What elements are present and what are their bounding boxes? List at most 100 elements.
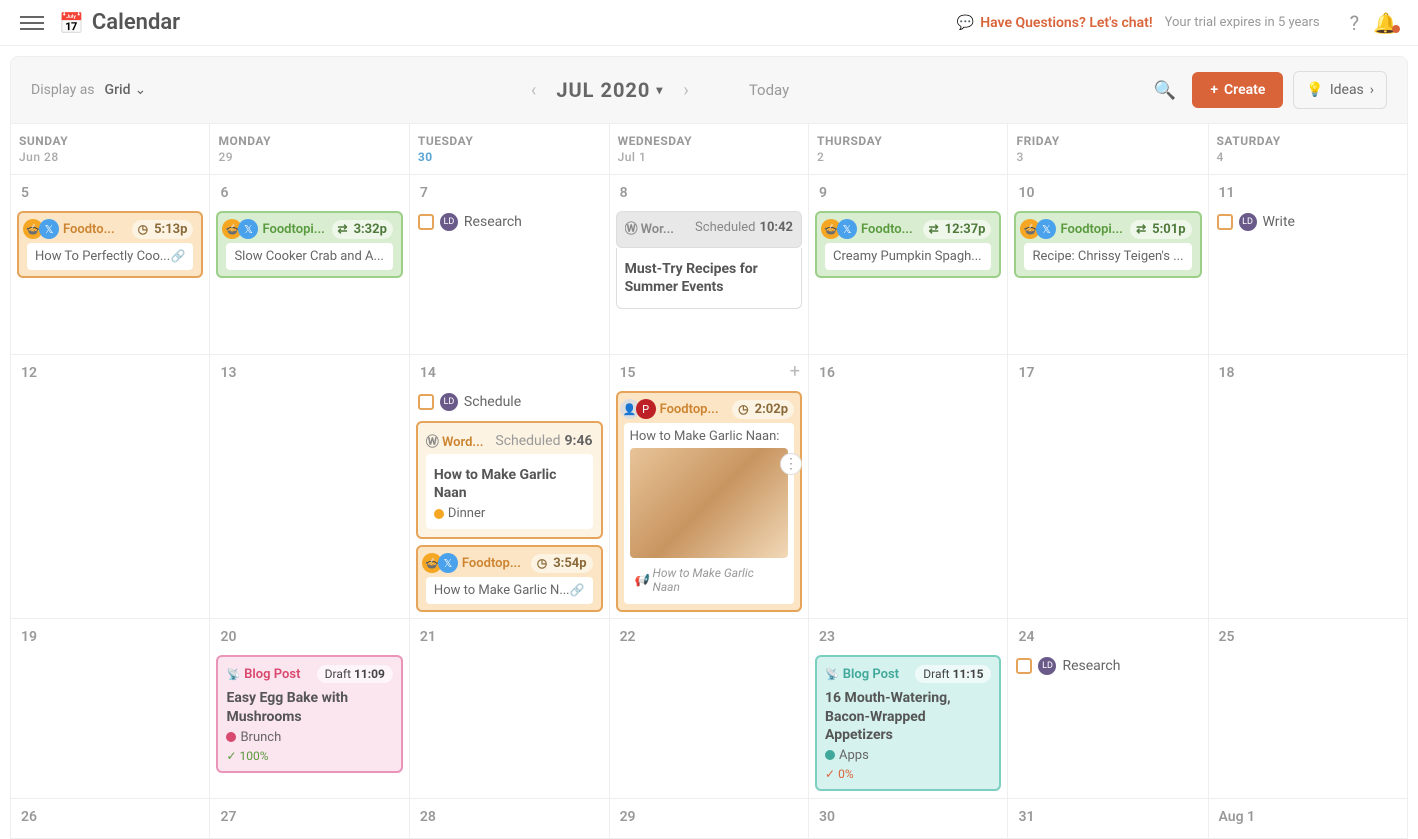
- avatar-icon: LD: [440, 393, 458, 411]
- calendar-cell[interactable]: 6 🍲𝕏 Foodtopi... 3:32p Slow Cooker Crab …: [210, 175, 409, 355]
- time-badge: 3:54p: [531, 554, 593, 573]
- avatar-icon: LD: [1038, 657, 1056, 675]
- time-badge: 2:02p: [732, 400, 794, 419]
- avatar-icon: LD: [440, 213, 458, 231]
- post-image: [630, 448, 788, 558]
- checkbox[interactable]: [1016, 658, 1032, 674]
- social-card[interactable]: 🍲𝕏 Foodtopi... 5:01p Recipe: Chrissy Tei…: [1014, 211, 1201, 278]
- add-button[interactable]: +: [790, 361, 800, 382]
- social-card[interactable]: 🍲𝕏 Foodto... 5:13p How To Perfectly Coo.…: [17, 211, 203, 278]
- day-header-sunday: SUNDAYJun 28: [11, 124, 210, 175]
- dropdown-icon: ▾: [656, 83, 663, 97]
- calendar-cell[interactable]: 11 LDWrite: [1209, 175, 1408, 355]
- check-icon: ✓: [226, 749, 236, 763]
- ideas-button[interactable]: 💡Ideas›: [1293, 71, 1387, 109]
- calendar-cell[interactable]: 25: [1209, 619, 1408, 799]
- task-item[interactable]: LDResearch: [1014, 653, 1201, 679]
- calendar-cell[interactable]: 10 🍲𝕏 Foodtopi... 5:01p Recipe: Chrissy …: [1008, 175, 1208, 355]
- social-card[interactable]: 🍲𝕏 Foodtop... 3:54p How to Make Garlic N…: [416, 545, 603, 612]
- calendar-cell[interactable]: 17: [1008, 355, 1208, 619]
- calendar-icon: 📅: [59, 11, 84, 35]
- social-card-expanded[interactable]: 👤P Foodtop... 2:02p ⋮ How to Make Garlic…: [616, 391, 802, 612]
- trial-text: Your trial expires in 5 years: [1165, 15, 1320, 30]
- calendar-cell[interactable]: 21: [410, 619, 610, 799]
- blog-post-card[interactable]: Blog Post Draft 11:09 Easy Egg Bake with…: [216, 655, 402, 772]
- day-header-saturday: SATURDAY4: [1209, 124, 1408, 175]
- twitter-icon: 𝕏: [39, 219, 59, 239]
- wordpress-icon: Word...: [426, 431, 491, 450]
- calendar-cell[interactable]: 5 🍲𝕏 Foodto... 5:13p How To Perfectly Co…: [11, 175, 210, 355]
- calendar-cell[interactable]: 14 LDSchedule Word...Scheduled 9:46 How …: [410, 355, 610, 619]
- calendar-cell[interactable]: 29: [610, 799, 809, 839]
- chat-icon: 💬: [957, 15, 974, 31]
- day-header-thursday: THURSDAY2: [809, 124, 1008, 175]
- pinterest-icon: P: [636, 399, 656, 419]
- calendar-cell[interactable]: 19: [11, 619, 210, 799]
- link-icon: [570, 583, 585, 598]
- lightbulb-icon: 💡: [1306, 82, 1323, 98]
- time-badge: 5:01p: [1130, 220, 1191, 239]
- tag-dot: [825, 750, 835, 760]
- calendar-cell[interactable]: 31: [1008, 799, 1208, 839]
- tag-dot: [434, 509, 444, 519]
- rss-icon: [825, 667, 839, 682]
- next-month-button[interactable]: ›: [663, 76, 708, 105]
- calendar-cell[interactable]: 7 LDResearch: [410, 175, 610, 355]
- blog-post-card[interactable]: Blog Post Draft 11:15 16 Mouth-Watering,…: [815, 655, 1001, 791]
- today-button[interactable]: Today: [749, 81, 789, 99]
- prev-month-button[interactable]: ‹: [511, 76, 556, 105]
- calendar-cell[interactable]: 27: [210, 799, 409, 839]
- twitter-icon: 𝕏: [438, 553, 458, 573]
- notifications-icon[interactable]: 🔔: [1373, 11, 1398, 35]
- display-as-select[interactable]: Grid ⌄: [105, 82, 147, 98]
- megaphone-icon: 📢: [634, 573, 649, 587]
- twitter-icon: 𝕏: [837, 219, 857, 239]
- hamburger-menu[interactable]: [20, 11, 44, 35]
- avatar-icon: LD: [1239, 213, 1257, 231]
- day-header-friday: FRIDAY3: [1008, 124, 1208, 175]
- chat-link[interactable]: 💬 Have Questions? Let's chat!: [957, 15, 1153, 31]
- calendar-cell[interactable]: 28: [410, 799, 610, 839]
- calendar-cell[interactable]: 30: [809, 799, 1008, 839]
- social-card[interactable]: 🍲𝕏 Foodtopi... 3:32p Slow Cooker Crab an…: [216, 211, 402, 278]
- day-header-monday: MONDAY29: [210, 124, 409, 175]
- checkbox[interactable]: [418, 394, 434, 410]
- rss-icon: [226, 667, 240, 682]
- calendar-cell[interactable]: 22: [610, 619, 809, 799]
- calendar-cell[interactable]: 9 🍲𝕏 Foodto... 12:37p Creamy Pumpkin Spa…: [809, 175, 1008, 355]
- link-icon: [171, 249, 186, 264]
- page-title: Calendar: [92, 10, 180, 35]
- calendar-cell[interactable]: Aug 1: [1209, 799, 1408, 839]
- twitter-icon: 𝕏: [1036, 219, 1056, 239]
- day-header-tuesday: TUESDAY30: [410, 124, 610, 175]
- time-badge: 12:37p: [923, 220, 992, 239]
- task-item[interactable]: LDResearch: [416, 209, 603, 235]
- calendar-cell[interactable]: 15 + 👤P Foodtop... 2:02p ⋮ How to Make G…: [610, 355, 809, 619]
- checkbox[interactable]: [418, 214, 434, 230]
- calendar-cell[interactable]: 24 LDResearch: [1008, 619, 1208, 799]
- checkbox[interactable]: [1217, 214, 1233, 230]
- wordpress-card[interactable]: Wor...Scheduled 10:42: [616, 211, 802, 248]
- wordpress-card[interactable]: Word...Scheduled 9:46 How to Make Garlic…: [416, 421, 603, 539]
- calendar-cell[interactable]: 18: [1209, 355, 1408, 619]
- tag-dot: [226, 732, 236, 742]
- calendar-cell[interactable]: 8 Wor...Scheduled 10:42 Must-Try Recipes…: [610, 175, 809, 355]
- wordpress-icon: Wor...: [625, 218, 691, 237]
- more-menu-button[interactable]: ⋮: [780, 453, 802, 475]
- calendar-cell[interactable]: 12: [11, 355, 210, 619]
- task-item[interactable]: LDWrite: [1215, 209, 1401, 235]
- calendar-cell[interactable]: 16: [809, 355, 1008, 619]
- search-button[interactable]: 🔍: [1154, 80, 1176, 101]
- social-card[interactable]: 🍲𝕏 Foodto... 12:37p Creamy Pumpkin Spagh…: [815, 211, 1001, 278]
- calendar-cell[interactable]: 20 Blog Post Draft 11:09 Easy Egg Bake w…: [210, 619, 409, 799]
- month-selector[interactable]: JUL 2020 ▾: [556, 78, 663, 102]
- display-as-label: Display as: [31, 82, 95, 98]
- calendar-cell[interactable]: 13: [210, 355, 409, 619]
- calendar-cell[interactable]: 23 Blog Post Draft 11:15 16 Mouth-Wateri…: [809, 619, 1008, 799]
- plus-icon: +: [1210, 82, 1218, 98]
- create-button[interactable]: +Create: [1192, 72, 1283, 108]
- task-item[interactable]: LDSchedule: [416, 389, 603, 415]
- time-badge: 5:13p: [132, 220, 194, 239]
- calendar-cell[interactable]: 26: [11, 799, 210, 839]
- help-icon[interactable]: ?: [1350, 11, 1359, 35]
